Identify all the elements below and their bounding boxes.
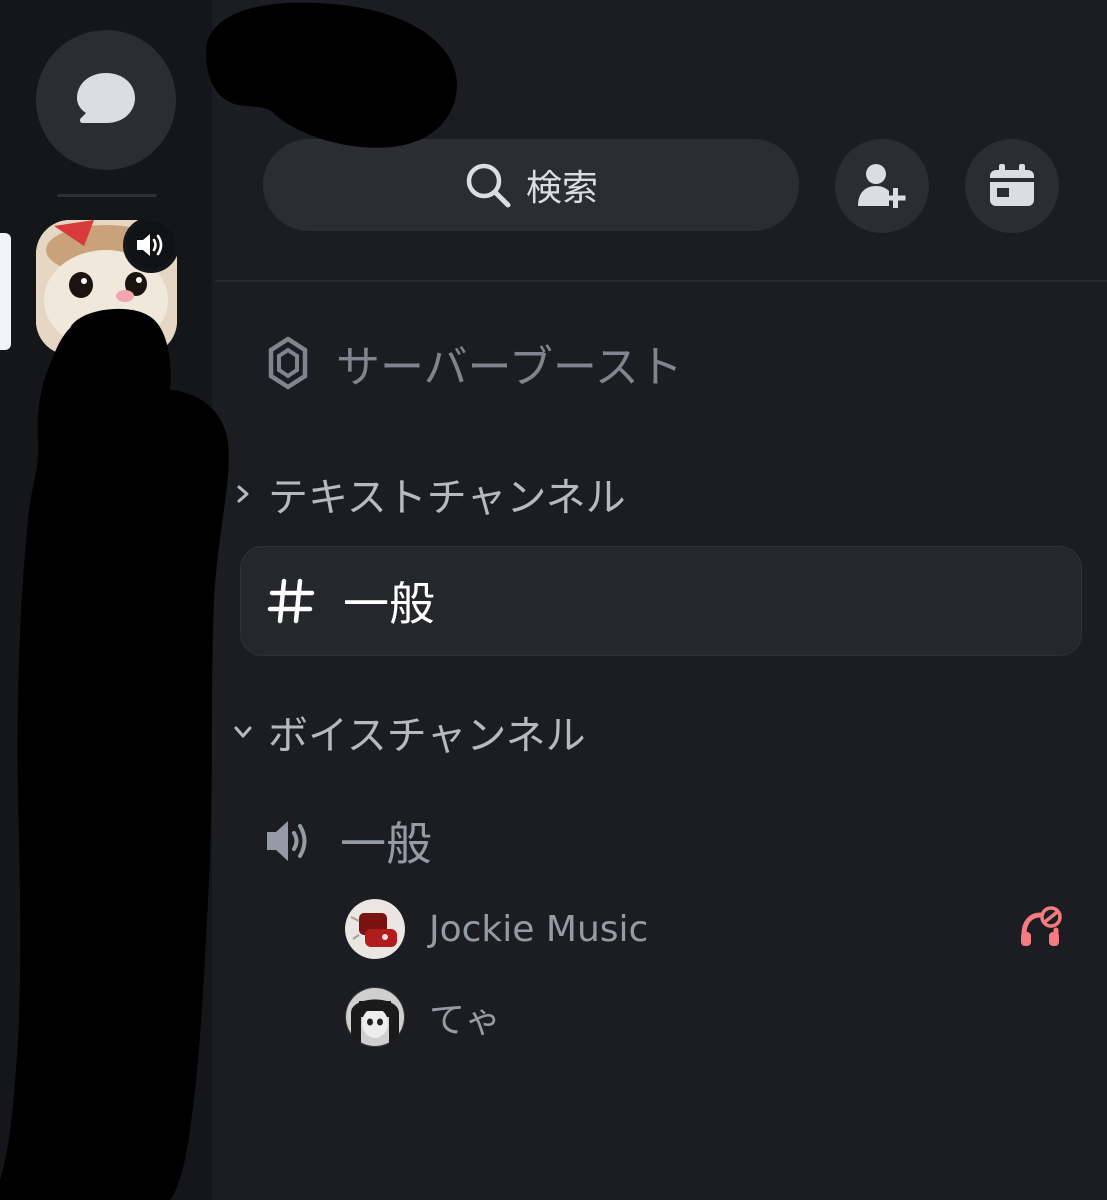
category-voice-channels[interactable]: ボイスチャンネル [232, 704, 586, 760]
channel-name: 一般 [343, 577, 435, 631]
avatar [345, 987, 405, 1047]
voice-channel-general[interactable]: 一般 [264, 808, 432, 874]
avatar [345, 899, 405, 959]
category-label: テキストチャンネル [268, 475, 626, 521]
category-text-channels[interactable]: テキストチャンネル [232, 466, 626, 522]
events-button[interactable] [965, 139, 1059, 233]
channel-name: 一般 [340, 817, 432, 871]
search-label: 検索 [525, 168, 598, 209]
speaker-icon [267, 821, 307, 861]
text-channel-general[interactable]: 一般 [240, 546, 1082, 656]
direct-messages-button[interactable] [36, 30, 176, 170]
search-icon [466, 163, 511, 208]
active-server-indicator [0, 233, 11, 350]
server-boost-label: サーバーブースト [336, 342, 683, 393]
header-divider [215, 280, 1107, 282]
chevron-right-icon [237, 485, 249, 503]
calendar-icon [990, 164, 1034, 206]
speaker-icon [137, 234, 163, 256]
voice-member-tya[interactable]: てゃ [345, 986, 501, 1048]
chat-bubble-icon [77, 73, 135, 123]
category-label: ボイスチャンネル [268, 713, 586, 759]
headphones-deafened-icon [1021, 906, 1062, 946]
member-name: Jockie Music [429, 908, 649, 950]
search-button[interactable]: 検索 [263, 139, 799, 231]
voice-member-jockie-music[interactable]: Jockie Music [345, 898, 648, 960]
server-rail [0, 0, 212, 1200]
voice-activity-badge [123, 217, 179, 273]
invite-members-button[interactable] [835, 139, 929, 233]
hashtag-icon [267, 578, 315, 624]
rail-separator [57, 194, 157, 197]
boost-gem-icon [268, 336, 308, 390]
chevron-down-icon [234, 726, 252, 738]
member-name: てゃ [429, 1000, 502, 1041]
add-user-icon [858, 164, 906, 208]
server-boost-item[interactable]: サーバーブースト [268, 330, 683, 396]
